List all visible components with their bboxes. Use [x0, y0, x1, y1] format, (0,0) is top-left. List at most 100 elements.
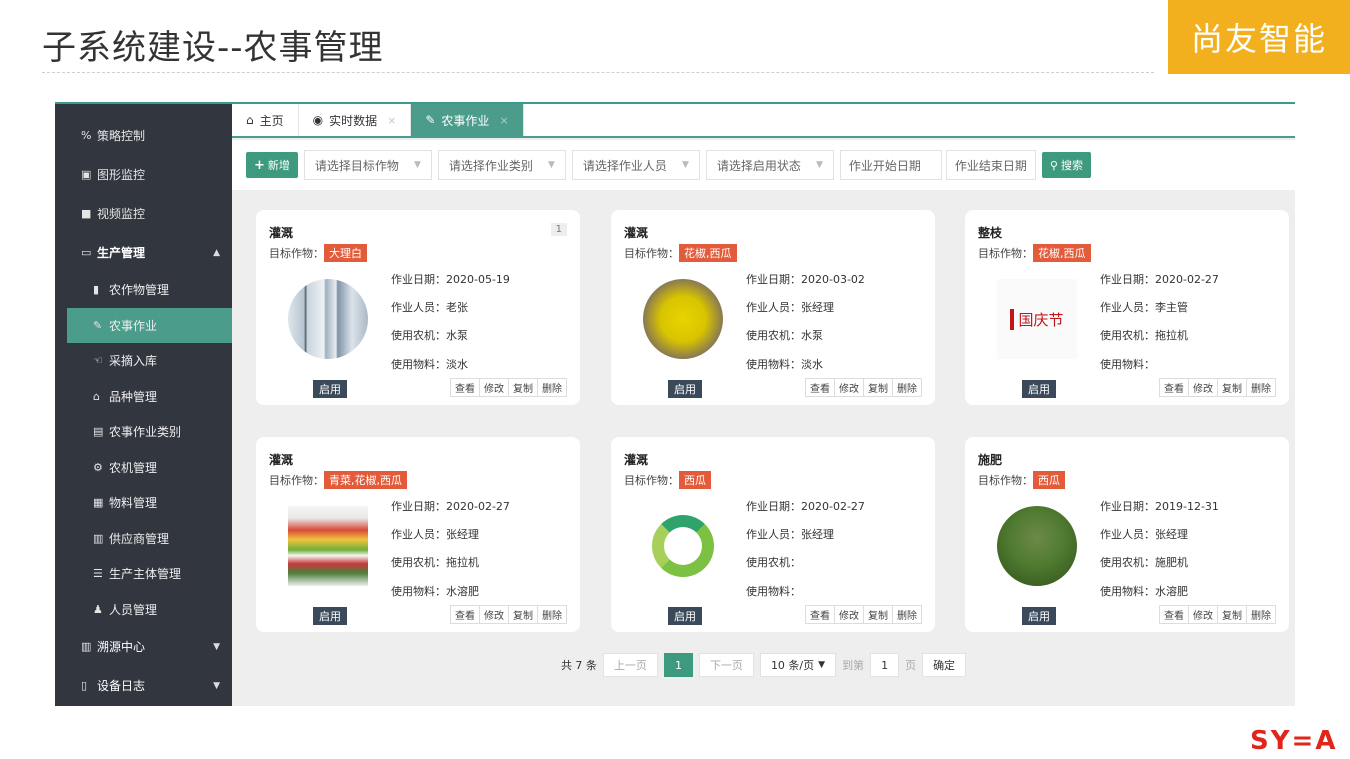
close-icon[interactable]: ×: [499, 114, 508, 127]
holiday-image-text: 国庆节: [1010, 308, 1064, 330]
work-card[interactable]: 灌溉 目标作物： 青菜,花椒,西瓜 作业日期：2020-02-27 作业人员：张…: [256, 437, 580, 632]
machine-value: 拖拉机: [446, 556, 479, 569]
date-label: 作业日期：: [1100, 273, 1155, 286]
work-card[interactable]: 灌溉 目标作物： 西瓜 作业日期：2020-02-27 作业人员：张经理 使用农…: [611, 437, 935, 632]
person-label: 作业人员：: [746, 528, 801, 541]
page-size-value: 10 条/页: [770, 659, 815, 672]
copy-button[interactable]: 复制: [1217, 605, 1247, 624]
person-value: 张经理: [446, 528, 479, 541]
page-1-button[interactable]: 1: [663, 653, 693, 677]
sidebar-item-harvest[interactable]: ☜ 采摘入库: [55, 343, 232, 379]
machine-label: 使用农机：: [391, 329, 446, 342]
sidebar-item-production[interactable]: ▭ 生产管理 ▲: [55, 233, 232, 272]
material-label: 使用物料：: [391, 358, 446, 371]
delete-button[interactable]: 删除: [1246, 605, 1276, 624]
edit-button[interactable]: 修改: [834, 378, 864, 397]
material-label: 使用物料：: [746, 585, 801, 598]
tab-farm-work[interactable]: ✎ 农事作业 ×: [411, 104, 524, 136]
tab-home[interactable]: ⌂ 主页: [232, 104, 299, 136]
copy-button[interactable]: 复制: [508, 378, 538, 397]
main-content: ⌂ 主页 ◉ 实时数据 × ✎ 农事作业 × + 新增 请选择目标作物 ▼ 请选…: [232, 104, 1295, 706]
sidebar-item-label: 视频监控: [97, 207, 146, 221]
tab-realtime[interactable]: ◉ 实时数据 ×: [299, 104, 412, 136]
view-button[interactable]: 查看: [1159, 605, 1189, 624]
view-button[interactable]: 查看: [450, 378, 480, 397]
goto-page-input[interactable]: 1: [870, 653, 900, 677]
caret-up-icon: ▲: [213, 247, 220, 258]
select-value: 请选择作业人员: [582, 158, 667, 173]
sidebar-item-label: 设备日志: [97, 679, 146, 693]
goto-confirm-button[interactable]: 确定: [922, 653, 967, 677]
view-button[interactable]: 查看: [805, 378, 835, 397]
work-card[interactable]: 灌溉 1 目标作物： 大理白 作业日期：2020-05-19 作业人员：老张 使…: [256, 210, 580, 405]
view-button[interactable]: 查看: [1159, 378, 1189, 397]
view-button[interactable]: 查看: [805, 605, 835, 624]
sidebar-item-trace[interactable]: ▥ 溯源中心 ▼: [55, 627, 232, 666]
sidebar-item-crops[interactable]: ▮ 农作物管理: [55, 272, 232, 308]
date-label: 作业日期：: [1100, 500, 1155, 513]
page-size-select[interactable]: 10 条/页 ▼: [759, 653, 837, 677]
sidebar-item-label: 品种管理: [109, 389, 158, 404]
work-card[interactable]: 整枝 目标作物： 花椒,西瓜 国庆节 作业日期：2020-02-27 作业人员：…: [965, 210, 1289, 405]
work-category-select[interactable]: 请选择作业类别 ▼: [437, 150, 566, 180]
sidebar-item-strategy[interactable]: % 策略控制: [55, 116, 232, 155]
close-icon[interactable]: ×: [387, 114, 396, 127]
sidebar-item-machinery[interactable]: ⚙ 农机管理: [55, 449, 232, 485]
sidebar-item-label: 生产主体管理: [109, 567, 182, 582]
sidebar-item-farm-work[interactable]: ✎ 农事作业: [67, 307, 232, 343]
sidebar-item-variety[interactable]: ⌂ 品种管理: [55, 378, 232, 414]
add-button[interactable]: + 新增: [246, 152, 298, 178]
sidebar-item-device-log[interactable]: ▯ 设备日志 ▼: [55, 666, 232, 705]
prev-page-button[interactable]: 上一页: [602, 653, 658, 677]
delete-button[interactable]: 删除: [537, 378, 567, 397]
material-value: 水溶肥: [1155, 585, 1188, 598]
sidebar-item-label: 生产管理: [97, 246, 146, 260]
sidebar-item-materials[interactable]: ▦ 物料管理: [55, 485, 232, 521]
tanks-photo: [643, 279, 723, 359]
status-select[interactable]: 请选择启用状态 ▼: [705, 150, 834, 180]
person-value: 张经理: [801, 528, 834, 541]
card-icon: ▥: [81, 640, 92, 653]
edit-button[interactable]: 修改: [479, 378, 509, 397]
sidebar-item-label: 人员管理: [109, 602, 158, 617]
chevron-down-icon: ▼: [681, 160, 689, 170]
start-date-field[interactable]: 作业开始日期: [839, 150, 942, 180]
work-card[interactable]: 灌溉 目标作物： 花椒,西瓜 作业日期：2020-03-02 作业人员：张经理 …: [611, 210, 935, 405]
edit-button[interactable]: 修改: [1188, 605, 1218, 624]
material-label: 使用物料：: [1100, 358, 1155, 371]
sidebar-item-personnel[interactable]: ♟ 人员管理: [55, 591, 232, 627]
next-page-button[interactable]: 下一页: [698, 653, 754, 677]
edit-button[interactable]: 修改: [1188, 378, 1218, 397]
copy-button[interactable]: 复制: [1217, 378, 1247, 397]
sidebar-item-label: 采摘入库: [109, 354, 158, 369]
sidebar-item-label: 策略控制: [97, 129, 146, 143]
end-date-field[interactable]: 作业结束日期: [945, 150, 1036, 180]
work-card[interactable]: 施肥 目标作物： 西瓜 作业日期：2019-12-31 作业人员：张经理 使用农…: [965, 437, 1289, 632]
status-badge: 启用: [313, 607, 347, 625]
delete-button[interactable]: 删除: [892, 605, 922, 624]
sidebar-item-work-category[interactable]: ▤ 农事作业类别: [55, 414, 232, 450]
sidebar-item-producer[interactable]: ☰ 生产主体管理: [55, 556, 232, 592]
search-button[interactable]: ⚲ 搜索: [1041, 152, 1091, 178]
sidebar-item-supplier[interactable]: ▥ 供应商管理: [55, 520, 232, 556]
person-label: 作业人员：: [1100, 301, 1155, 314]
delete-button[interactable]: 删除: [537, 605, 567, 624]
edit-button[interactable]: 修改: [479, 605, 509, 624]
view-button[interactable]: 查看: [450, 605, 480, 624]
machine-value: 水泵: [446, 329, 468, 342]
edit-button[interactable]: 修改: [834, 605, 864, 624]
chevron-down-icon: ▼: [815, 160, 823, 170]
sidebar: % 策略控制 ▣ 图形监控 ■ 视频监控 ▭ 生产管理 ▲ ▮ 农作物管理 ✎ …: [55, 104, 232, 706]
worker-select[interactable]: 请选择作业人员 ▼: [571, 150, 700, 180]
copy-button[interactable]: 复制: [508, 605, 538, 624]
copy-button[interactable]: 复制: [863, 378, 893, 397]
delete-button[interactable]: 删除: [892, 378, 922, 397]
target-crop-select[interactable]: 请选择目标作物 ▼: [303, 150, 432, 180]
copy-button[interactable]: 复制: [863, 605, 893, 624]
sidebar-item-graphic[interactable]: ▣ 图形监控: [55, 155, 232, 194]
material-value: 水溶肥: [446, 585, 479, 598]
sidebar-item-video[interactable]: ■ 视频监控: [55, 194, 232, 233]
delete-button[interactable]: 删除: [1246, 378, 1276, 397]
sidebar-item-label: 农作物管理: [109, 283, 170, 298]
cycle-ring: [652, 515, 714, 577]
